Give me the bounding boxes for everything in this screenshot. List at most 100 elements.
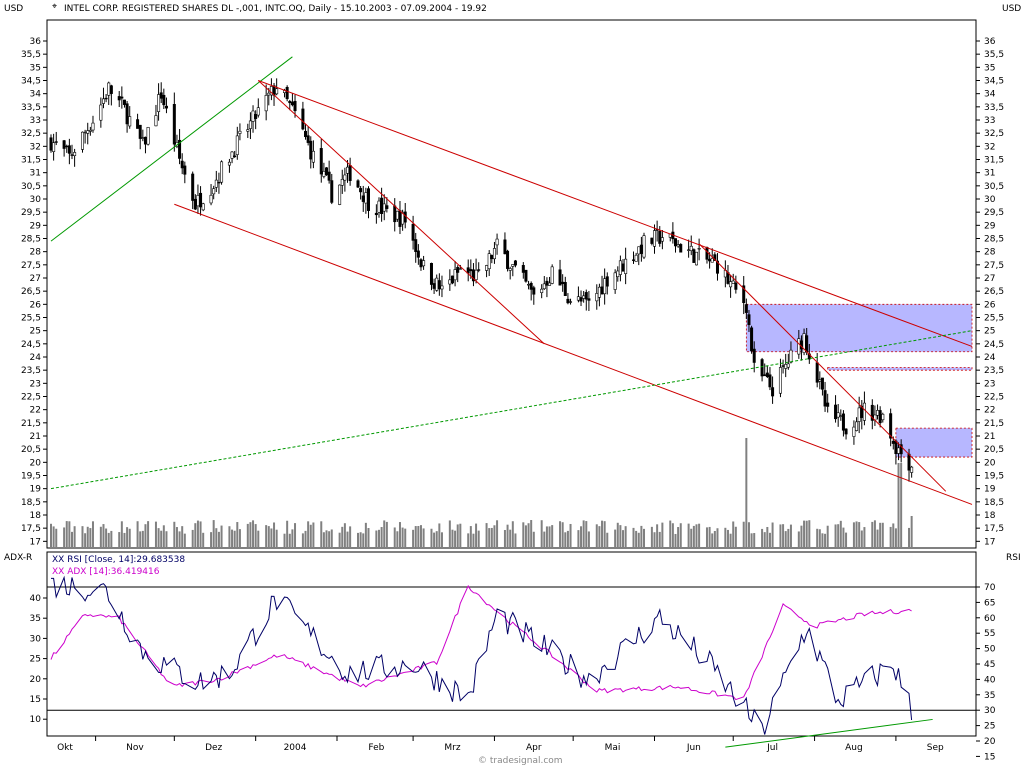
volume-bar — [855, 521, 858, 548]
candle-body — [836, 412, 840, 418]
volume-bar — [800, 525, 803, 548]
volume-bar — [291, 529, 294, 548]
volume-bar — [86, 526, 89, 548]
candle-body — [70, 154, 74, 156]
volume-bar — [632, 527, 635, 548]
volume-bar — [530, 520, 533, 548]
rsi-legend: XX RSI [Close, 14]:29.683538 — [52, 555, 185, 565]
candle-body — [679, 244, 683, 253]
candle-body — [907, 453, 911, 471]
price-tick-label-right: 30 — [984, 195, 996, 205]
watermark: © tradesignal.com — [478, 756, 563, 766]
candle-body — [275, 88, 279, 95]
volume-bar — [585, 521, 588, 548]
price-tick-label-left: 26 — [30, 300, 42, 310]
price-tick-label-right: 19 — [984, 485, 996, 495]
candle-body — [576, 296, 580, 301]
volume-bar — [123, 532, 126, 548]
candle-body — [660, 237, 664, 242]
volume-bar — [196, 520, 199, 548]
candle-body — [469, 269, 473, 272]
candle-body — [346, 166, 350, 174]
time-tick-label: Mai — [605, 743, 621, 753]
candle-body — [157, 94, 161, 112]
volume-bar — [834, 524, 837, 548]
candle-body — [650, 237, 654, 244]
candle-body — [524, 269, 528, 282]
volume-bar — [708, 526, 711, 548]
volume-bar — [782, 524, 785, 548]
candle-body — [878, 410, 882, 424]
volume-bar — [816, 528, 819, 548]
candle-body — [826, 402, 830, 407]
volume-bar — [144, 524, 147, 548]
candle-body — [327, 171, 331, 181]
time-tick-label: Nov — [126, 743, 144, 753]
rsi-tick-label: 40 — [984, 675, 996, 685]
volume-bar — [876, 529, 879, 548]
volume-bar — [110, 530, 113, 548]
candle-body — [432, 283, 436, 289]
volume-bar — [805, 520, 808, 548]
price-tick-label-right: 20 — [984, 458, 996, 468]
volume-bar — [304, 530, 307, 548]
price-tick-label-left: 30 — [30, 195, 42, 205]
candle-body — [293, 100, 297, 112]
volume-bar — [419, 525, 422, 548]
volume-bar — [603, 521, 606, 548]
candle-body — [786, 363, 790, 368]
volume-bar — [199, 521, 202, 548]
candle-body — [364, 192, 368, 204]
volume-bar — [724, 527, 727, 548]
volume-bar — [797, 531, 800, 548]
volume-bar — [524, 525, 527, 548]
volume-bar — [768, 532, 771, 548]
volume-bar — [577, 530, 580, 548]
candle-body — [624, 258, 628, 274]
volume-bar — [307, 521, 310, 548]
price-axis-left: 36 35,5 35 34,5 34 33,5 33 32,5 32 31,5 31 30,5 30 29… — [21, 37, 47, 725]
price-tick-label-right: 29,5 — [984, 208, 1004, 218]
candle-body — [891, 440, 895, 444]
candle-body — [172, 104, 176, 145]
price-tick-label-right: 29 — [984, 221, 996, 231]
price-tick-label-right: 31,5 — [984, 155, 1004, 165]
rsi-tick-label: 70 — [984, 583, 996, 593]
candle-body — [710, 258, 714, 263]
candle-body — [527, 284, 531, 286]
price-tick-label-right: 20,5 — [984, 445, 1004, 455]
price-tick-label-right: 33,5 — [984, 103, 1004, 113]
time-tick-label: Apr — [526, 743, 542, 753]
volume-bar — [606, 532, 609, 548]
candle-body — [760, 359, 764, 377]
candle-body — [521, 265, 525, 273]
candle-body — [107, 82, 111, 96]
candle-body — [143, 136, 147, 145]
candle-body — [416, 250, 420, 258]
candle-body — [322, 171, 326, 177]
volume-bar — [622, 530, 625, 548]
candle-body — [120, 96, 124, 99]
candle-body — [52, 142, 56, 152]
volume-bar — [55, 528, 58, 548]
price-tick-label-right: 27,5 — [984, 261, 1004, 271]
price-tick-label-left: 23 — [30, 379, 41, 389]
volume-bar — [217, 531, 220, 548]
candle-body — [138, 124, 142, 139]
price-tick-label-right: 23 — [984, 379, 995, 389]
volume-bar — [385, 521, 388, 548]
candle-body — [162, 94, 166, 106]
candle-body — [697, 248, 701, 250]
candle-body — [506, 250, 510, 269]
price-tick-label-right: 32,5 — [984, 129, 1004, 139]
volume-bar — [99, 526, 102, 548]
volume-bar — [320, 521, 323, 548]
candle-body — [603, 278, 607, 295]
candle-body — [487, 253, 491, 270]
volume-bar — [322, 532, 325, 548]
candle-body — [290, 101, 294, 106]
volume-bar — [601, 520, 604, 548]
candle-body — [196, 195, 200, 207]
volume-bar — [128, 528, 131, 548]
volume-bar — [286, 520, 289, 548]
